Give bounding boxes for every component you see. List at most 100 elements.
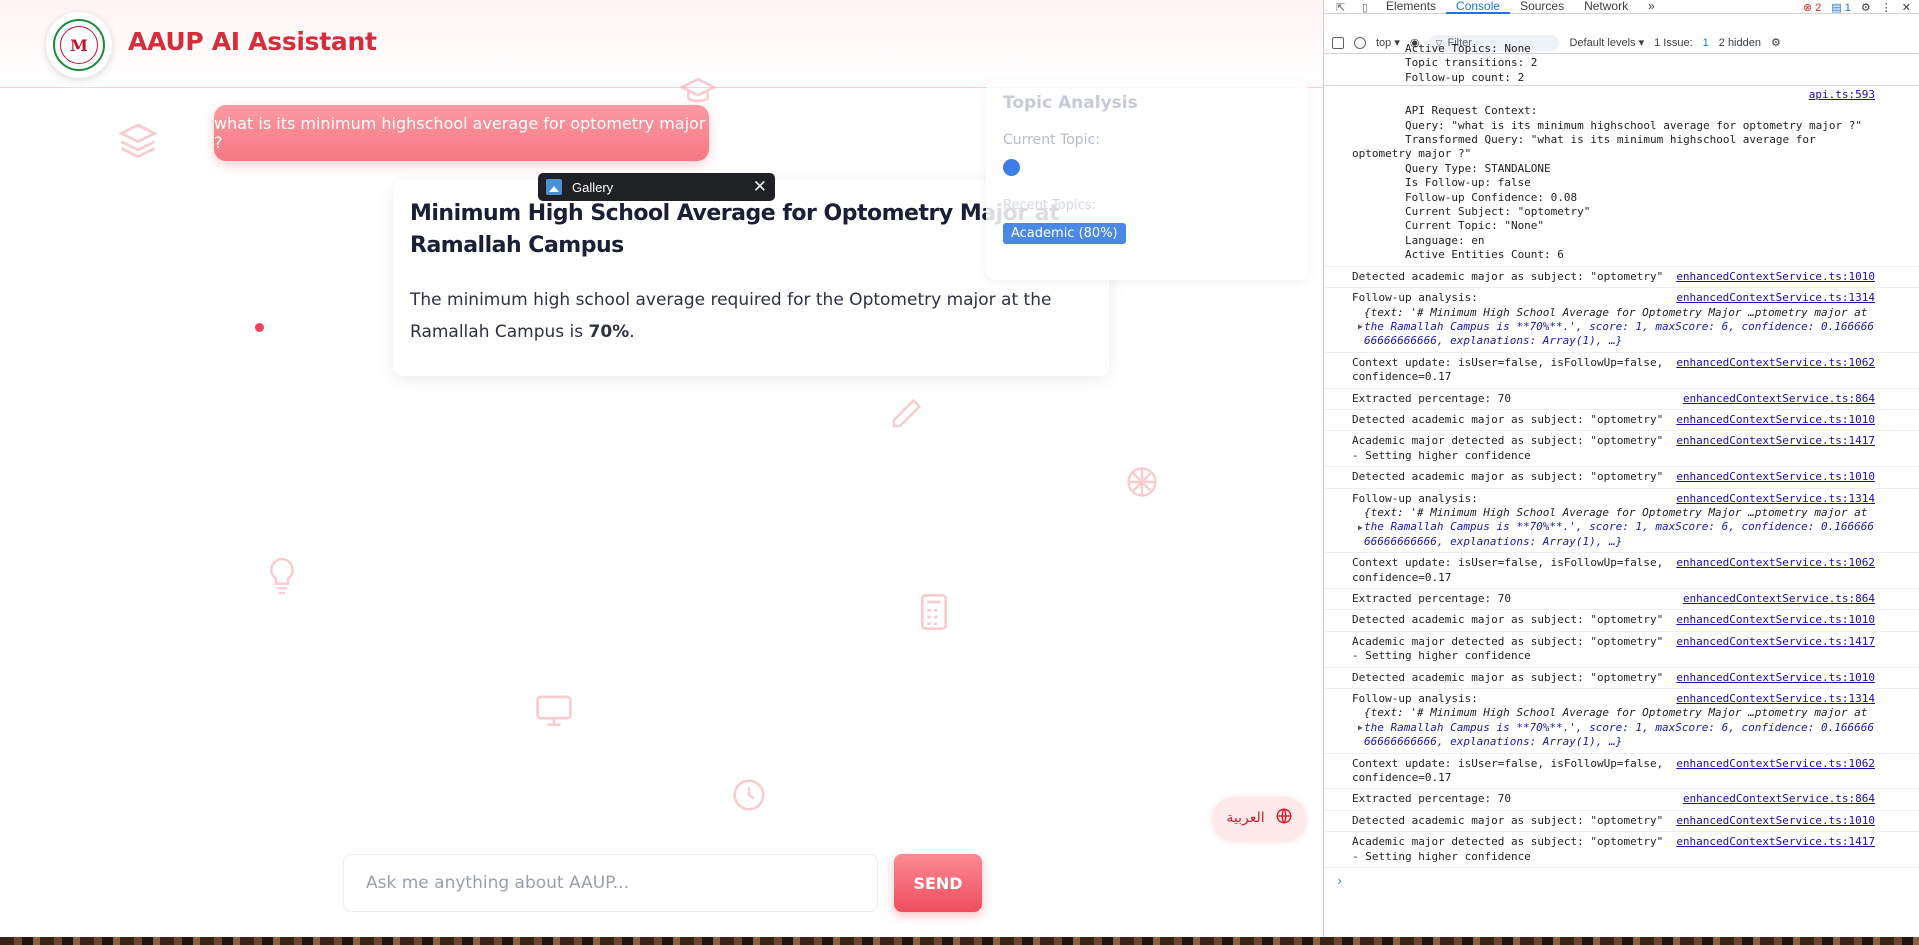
log-line: Language: en <box>1352 233 1485 247</box>
status-dot <box>255 323 264 332</box>
log-object-preview[interactable]: 66666666666, explanations: Array(1), …} <box>1352 535 1912 549</box>
log-source-link[interactable]: enhancedContextService.ts:1314 <box>1676 291 1875 305</box>
kebab-menu-icon[interactable]: ⋮ <box>1881 1 1892 14</box>
settings-icon[interactable]: ⚙ <box>1861 1 1871 14</box>
console-log: Active Topics: None Topic transitions: 2… <box>1324 42 1919 937</box>
gallery-icon <box>546 179 562 195</box>
log-source-link[interactable]: enhancedContextService.ts:1010 <box>1676 814 1875 828</box>
graduation-cap-icon <box>678 76 718 108</box>
log-source-link[interactable]: enhancedContextService.ts:1417 <box>1676 635 1875 649</box>
user-message-bubble: what is its minimum highschool average f… <box>214 105 709 161</box>
log-entry: enhancedContextService.ts:1062 Context up… <box>1324 553 1919 589</box>
chat-input[interactable] <box>343 854 878 912</box>
close-icon[interactable]: ✕ <box>753 177 767 197</box>
log-source-link[interactable]: api.ts:593 <box>1809 88 1875 102</box>
basketball-icon <box>1124 464 1160 500</box>
log-object-preview[interactable]: {text: '# Minimum High School Average fo… <box>1352 706 1912 720</box>
gallery-overlay-bar[interactable]: Gallery ✕ <box>538 173 775 201</box>
log-object-preview[interactable]: the Ramallah Campus is **70%**.', score:… <box>1352 520 1912 534</box>
log-line: optometry major ?" <box>1352 147 1472 161</box>
log-source-link[interactable]: enhancedContextService.ts:1010 <box>1676 671 1875 685</box>
expand-object-icon[interactable]: ▶ <box>1358 721 1363 735</box>
log-entry: enhancedContextService.ts:1417 Academic m… <box>1324 632 1919 668</box>
log-source-link[interactable]: enhancedContextService.ts:1010 <box>1676 270 1875 284</box>
log-source-link[interactable]: enhancedContextService.ts:1417 <box>1676 835 1875 849</box>
log-source-link[interactable]: enhancedContextService.ts:1010 <box>1676 613 1875 627</box>
console-prompt[interactable]: › <box>1324 874 1919 888</box>
log-entry: enhancedContextService.ts:1417 Academic m… <box>1324 832 1919 869</box>
devtools-status: ⊗ 2 ▤ 1 ⚙ ⋮ ✕ <box>1803 0 1911 14</box>
language-toggle-button[interactable]: العربية <box>1213 797 1306 839</box>
university-logo[interactable]: M <box>46 12 112 78</box>
gallery-label: Gallery <box>572 179 614 195</box>
error-count-badge[interactable]: ⊗ 2 <box>1803 1 1821 14</box>
log-source-link[interactable]: enhancedContextService.ts:1417 <box>1676 434 1875 448</box>
chat-app: M AAUP AI Assistant what is its minimum … <box>0 0 1323 937</box>
expand-object-icon[interactable]: ▶ <box>1358 320 1363 334</box>
globe-icon <box>1275 807 1293 829</box>
answer-body-end: . <box>629 322 635 342</box>
log-block-context: Active Topics: None Topic transitions: 2… <box>1324 42 1919 85</box>
log-source-link[interactable]: enhancedContextService.ts:864 <box>1683 792 1875 806</box>
log-object-preview[interactable]: {text: '# Minimum High School Average fo… <box>1352 306 1912 320</box>
log-entry: enhancedContextService.ts:864 Extracted p… <box>1324 389 1919 410</box>
log-source-link[interactable]: enhancedContextService.ts:1062 <box>1676 757 1875 771</box>
language-label: العربية <box>1226 810 1265 826</box>
log-entry: enhancedContextService.ts:864 Extracted p… <box>1324 589 1919 611</box>
log-entry: enhancedContextService.ts:1314 Follow-up … <box>1324 689 1919 754</box>
devtools-panel: ⇱ ▯ Elements Console Sources Network » ⊗… <box>1323 0 1919 937</box>
answer-highlight-value: 70% <box>588 322 630 342</box>
log-source-link[interactable]: enhancedContextService.ts:864 <box>1683 592 1875 606</box>
log-object-preview[interactable]: 66666666666, explanations: Array(1), …} <box>1352 735 1912 749</box>
log-object-preview[interactable]: the Ramallah Campus is **70%**.', score:… <box>1352 320 1912 334</box>
more-tabs-icon[interactable]: » <box>1638 0 1665 14</box>
answer-body-text: The minimum high school average required… <box>410 290 1052 342</box>
log-entry: enhancedContextService.ts:1314 Follow-up … <box>1324 288 1919 353</box>
tab-sources[interactable]: Sources <box>1510 0 1574 14</box>
log-source-link[interactable]: enhancedContextService.ts:1314 <box>1676 492 1875 506</box>
tab-network[interactable]: Network <box>1574 0 1638 14</box>
log-line: Active Entities Count: 6 <box>1352 248 1564 262</box>
log-line: Current Subject: "optometry" <box>1352 205 1591 219</box>
log-entry: enhancedContextService.ts:864 Extracted p… <box>1324 789 1919 811</box>
log-entry: enhancedContextService.ts:1010 Detected a… <box>1324 610 1919 632</box>
topic-panel-title: Topic Analysis <box>1003 93 1138 113</box>
pencil-icon <box>888 396 924 432</box>
app-header: M AAUP AI Assistant <box>0 0 1323 88</box>
topic-badge[interactable]: Academic (80%) <box>1003 223 1126 244</box>
log-source-link[interactable]: enhancedContextService.ts:1010 <box>1676 470 1875 484</box>
log-source-link[interactable]: enhancedContextService.ts:1314 <box>1676 692 1875 706</box>
devtools-tab-bar: ⇱ ▯ Elements Console Sources Network » ⊗… <box>1324 0 1919 14</box>
lightbulb-icon <box>266 556 298 596</box>
log-entry: enhancedContextService.ts:1010 Detected a… <box>1324 267 1919 289</box>
recent-topics-label: Recent Topics: <box>1003 198 1096 213</box>
log-source-link[interactable]: enhancedContextService.ts:864 <box>1683 392 1875 406</box>
message-count: 1 <box>1844 1 1851 14</box>
log-entry: enhancedContextService.ts:1010 Detected a… <box>1324 467 1919 489</box>
error-count: 2 <box>1815 1 1822 14</box>
message-count-badge[interactable]: ▤ 1 <box>1831 1 1851 14</box>
expand-object-icon[interactable]: ▶ <box>1358 521 1363 535</box>
log-source-link[interactable]: enhancedContextService.ts:1010 <box>1676 413 1875 427</box>
log-line: Active Topics: None <box>1352 42 1531 55</box>
book-stack-icon <box>118 120 158 160</box>
tab-console[interactable]: Console <box>1446 0 1511 14</box>
send-button[interactable]: SEND <box>894 854 982 912</box>
log-object-preview[interactable]: the Ramallah Campus is **70%**.', score:… <box>1352 721 1912 735</box>
log-object-preview[interactable]: {text: '# Minimum High School Average fo… <box>1352 506 1912 520</box>
current-topic-indicator <box>1003 159 1020 176</box>
inspect-icon[interactable]: ⇱ <box>1336 1 1350 14</box>
app-title: AAUP AI Assistant <box>128 27 377 56</box>
log-line: Current Topic: "None" <box>1352 219 1545 233</box>
log-source-link[interactable]: enhancedContextService.ts:1062 <box>1676 356 1875 370</box>
log-line: Is Follow-up: false <box>1352 176 1531 190</box>
log-line: Query Type: STANDALONE <box>1352 161 1551 175</box>
log-object-preview[interactable]: 66666666666, explanations: Array(1), …} <box>1352 334 1912 348</box>
tab-elements[interactable]: Elements <box>1376 0 1446 14</box>
device-toggle-icon[interactable]: ▯ <box>1362 1 1376 14</box>
log-entry-api: api.ts:593 API Request Context: Query: "… <box>1324 85 1919 267</box>
monitor-icon <box>534 692 574 728</box>
close-devtools-icon[interactable]: ✕ <box>1902 1 1911 14</box>
log-source-link[interactable]: enhancedContextService.ts:1062 <box>1676 556 1875 570</box>
log-entries: enhancedContextService.ts:1010 Detected a… <box>1324 267 1919 869</box>
